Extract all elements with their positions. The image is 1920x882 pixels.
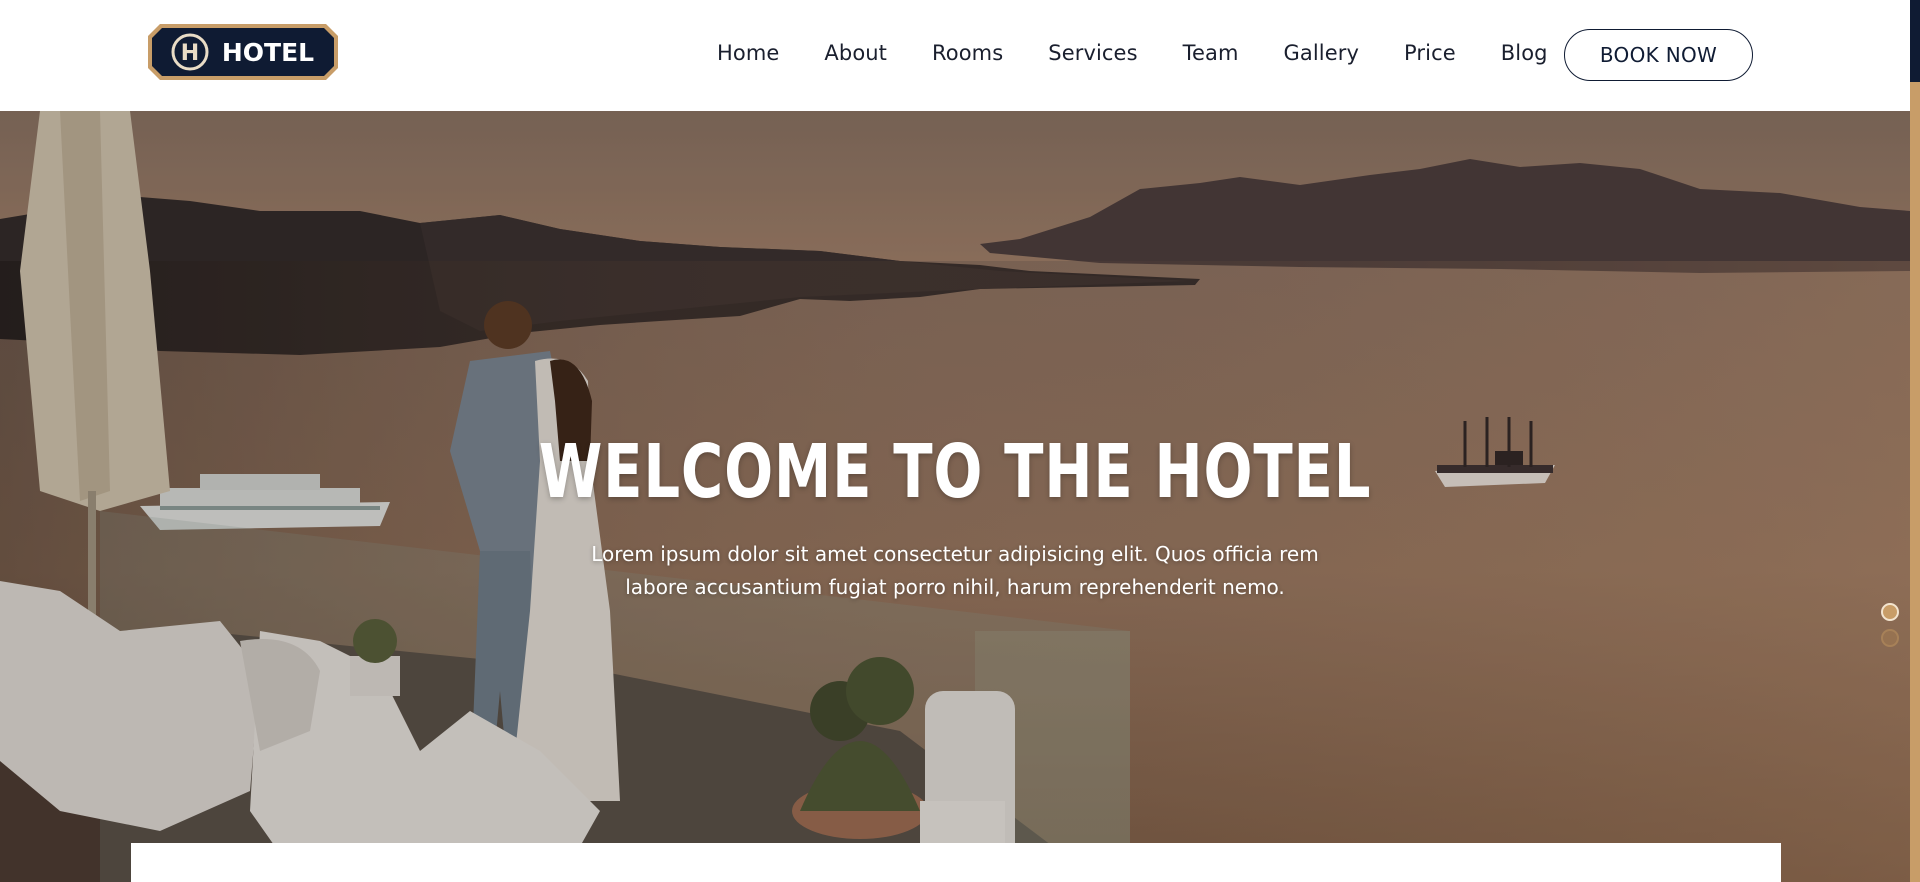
hero-subtitle: Lorem ipsum dolor sit amet consectetur a… [560, 538, 1350, 604]
nav-link-home[interactable]: Home [717, 41, 779, 65]
main-nav: Home About Rooms Services Team Gallery P… [700, 0, 1593, 106]
nav-link-blog[interactable]: Blog [1501, 41, 1548, 65]
nav-link-services[interactable]: Services [1048, 41, 1137, 65]
logo-text: HOTEL [222, 38, 314, 67]
nav-link-team[interactable]: Team [1183, 41, 1239, 65]
slider-dot-2[interactable] [1881, 629, 1899, 647]
slider-dot-1[interactable] [1881, 603, 1899, 621]
nav-link-about[interactable]: About [824, 41, 887, 65]
content-card [131, 843, 1781, 882]
hotel-logo[interactable]: H HOTEL [146, 22, 340, 82]
hero-subtitle-line-2: labore accusantium fugiat porro nihil, h… [625, 575, 1285, 599]
nav-link-gallery[interactable]: Gallery [1284, 41, 1360, 65]
nav-link-rooms[interactable]: Rooms [932, 41, 1003, 65]
hero-subtitle-line-1: Lorem ipsum dolor sit amet consectetur a… [591, 542, 1319, 566]
book-now-button[interactable]: BOOK NOW [1564, 29, 1753, 81]
logo-letter: H [181, 41, 199, 66]
page: H HOTEL Home About Rooms Services Team G… [0, 0, 1920, 882]
hero-banner: WELCOME TO THE HOTEL Lorem ipsum dolor s… [0, 111, 1910, 882]
scrollbar-thumb[interactable] [1910, 0, 1920, 82]
hero-title: WELCOME TO THE HOTEL [538, 429, 1372, 515]
nav-link-price[interactable]: Price [1404, 41, 1456, 65]
page-side-accent [1910, 0, 1920, 882]
site-header: H HOTEL Home About Rooms Services Team G… [0, 0, 1910, 111]
